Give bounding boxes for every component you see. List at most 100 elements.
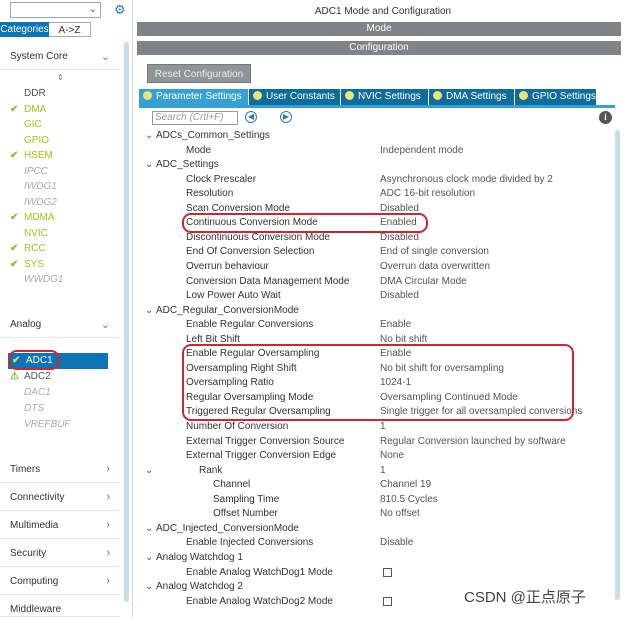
chevron-down-icon[interactable]: ⌄ (145, 304, 153, 318)
component-item-rcc[interactable]: ✔ RCC (10, 241, 46, 256)
parameter-value[interactable]: Asynchronous clock mode divided by 2 (380, 173, 553, 187)
section-timers[interactable]: Timers › (0, 457, 120, 483)
parameter-row[interactable]: Enable Regular Conversions Enable (137, 318, 613, 332)
reset-configuration-button[interactable]: Reset Configuration (147, 64, 251, 83)
parameter-row[interactable]: Enable Injected Conversions Disable (137, 536, 613, 550)
tab-parameter-settings[interactable]: Parameter Settings (139, 89, 249, 105)
chevron-down-icon[interactable]: ⌄ (89, 4, 97, 15)
group-row[interactable]: ⌄ Analog Watchdog 1 (137, 551, 613, 565)
parameter-value[interactable]: DMA Circular Mode (380, 275, 467, 289)
section-computing[interactable]: Computing › (0, 569, 120, 595)
group-row[interactable]: ⌄ ADC_Injected_ConversionMode (137, 522, 613, 536)
parameter-row[interactable]: Enable Analog WatchDog1 Mode (137, 566, 613, 580)
chevron-down-icon[interactable]: ⌄ (145, 129, 153, 143)
parameter-value[interactable]: ADC 16-bit resolution (380, 187, 475, 201)
section-system-core[interactable]: System Core ⌄ (0, 44, 120, 70)
component-search-input[interactable]: ⌄ (10, 2, 101, 18)
parameter-value[interactable]: 810.5 Cycles (380, 493, 438, 507)
parameter-value[interactable]: Disabled (380, 289, 419, 303)
parameter-row[interactable]: Overrun behaviour Overrun data overwritte… (137, 260, 613, 274)
component-item-adc2[interactable]: ⚠ ADC2 (10, 369, 51, 384)
tab-user-constants[interactable]: User Constants (249, 89, 341, 105)
parameter-row[interactable]: External Trigger Conversion Source Regula… (137, 435, 613, 449)
component-item-ddr[interactable]: DDR (10, 86, 46, 101)
checkbox[interactable] (383, 567, 392, 577)
parameter-value[interactable]: Overrun data overwritten (380, 260, 490, 274)
component-item-dts[interactable]: DTS (10, 401, 44, 416)
component-item-iwdg1[interactable]: IWDG1 (10, 179, 57, 194)
parameter-value[interactable]: Independent mode (380, 144, 463, 158)
section-connectivity[interactable]: Connectivity › (0, 485, 120, 511)
group-row[interactable]: ⌄ ADC_Regular_ConversionMode (137, 304, 613, 318)
chevron-down-icon[interactable]: ⌄ (145, 158, 153, 172)
tab-gpio-settings[interactable]: GPIO Settings (515, 89, 597, 105)
component-item-iwdg2[interactable]: IWDG2 (10, 195, 57, 210)
mode-band[interactable]: Mode (137, 22, 621, 36)
tab-dma-settings[interactable]: DMA Settings (429, 89, 515, 105)
info-icon[interactable]: i (599, 111, 612, 124)
rank-param-row[interactable]: Channel Channel 19 (137, 478, 613, 492)
section-middleware[interactable]: Middleware (0, 599, 120, 617)
group-row[interactable]: ⌄ ADC_Settings (137, 158, 613, 172)
group-row[interactable]: ⌄ ADCs_Common_Settings (137, 129, 613, 143)
component-item-gpio[interactable]: GPIO (10, 133, 49, 148)
parameter-row[interactable]: Mode Independent mode (137, 144, 613, 158)
component-item-dac1[interactable]: DAC1 (10, 385, 51, 400)
component-item-ipcc[interactable]: IPCC (10, 164, 48, 179)
section-security[interactable]: Security › (0, 541, 120, 567)
parameter-row[interactable]: External Trigger Conversion Edge None (137, 449, 613, 463)
rank-param-row[interactable]: Sampling Time 810.5 Cycles (137, 493, 613, 507)
search-previous-icon[interactable]: ◀ (245, 111, 257, 123)
component-item-wwdg1[interactable]: WWDG1 (10, 272, 63, 287)
parameter-value[interactable]: Regular Conversion launched by software (380, 435, 566, 449)
chevron-down-icon[interactable]: ⌄ (145, 522, 153, 536)
chevron-down-icon[interactable]: ⌄ (145, 551, 153, 565)
parameter-scrollbar[interactable] (615, 112, 620, 609)
parameter-row[interactable]: Clock Prescaler Asynchronous clock mode d… (137, 173, 613, 187)
parameter-name: Enable Analog WatchDog2 Mode (186, 595, 333, 607)
parameter-row[interactable]: Conversion Data Management Mode DMA Circu… (137, 275, 613, 289)
chevron-down-icon[interactable]: ⌄ (145, 580, 153, 594)
parameter-value[interactable]: 1 (380, 420, 386, 434)
check-icon: ✔ (10, 212, 19, 223)
parameter-value[interactable]: No offset (380, 507, 420, 521)
parameter-value[interactable]: Enable (380, 318, 411, 332)
parameter-search-input[interactable]: Search (Crtl+F) (152, 111, 238, 125)
component-item-vrefbuf[interactable]: VREFBUF (10, 417, 71, 432)
parameter-row[interactable]: Low Power Auto Wait Disabled (137, 289, 613, 303)
section-multimedia[interactable]: Multimedia › (0, 513, 120, 539)
tab-categories[interactable]: Categories (0, 22, 49, 37)
parameter-name: Rank (199, 464, 223, 476)
chevron-right-icon: › (106, 575, 110, 587)
parameter-row[interactable]: Resolution ADC 16-bit resolution (137, 187, 613, 201)
checkbox[interactable] (383, 596, 392, 606)
left-scrollbar[interactable] (124, 40, 129, 610)
sort-icon[interactable]: ⇕ (57, 73, 64, 82)
tab-a-z[interactable]: A->Z (49, 22, 91, 37)
parameter-value[interactable]: Disable (380, 536, 413, 550)
parameter-value[interactable]: 1 (380, 464, 386, 478)
section-label: Multimedia (10, 520, 59, 531)
component-item-gic[interactable]: GIC (10, 117, 42, 132)
chevron-down-icon[interactable]: ⌄ (145, 464, 153, 478)
parameter-row[interactable]: Number Of Conversion 1 (137, 420, 613, 434)
component-item-sys[interactable]: ✔ SYS (10, 257, 44, 272)
search-next-icon[interactable]: ▶ (280, 111, 292, 123)
component-item-dma[interactable]: ✔ DMA (10, 102, 46, 117)
parameter-value[interactable]: Channel 19 (380, 478, 431, 492)
component-item-hsem[interactable]: ✔ HSEM (10, 148, 53, 163)
group-label: Analog Watchdog 1 (156, 551, 243, 563)
parameter-value[interactable]: None (380, 449, 404, 463)
component-item-mdma[interactable]: ✔ MDMA (10, 210, 55, 225)
configuration-band[interactable]: Configuration (137, 41, 621, 55)
parameter-row[interactable]: End Of Conversion Selection End of single… (137, 245, 613, 259)
component-label: DMA (24, 103, 47, 115)
tab-nvic-settings[interactable]: NVIC Settings (341, 89, 429, 105)
component-item-nvic[interactable]: NVIC (10, 226, 48, 241)
rank-row[interactable]: ⌄ Rank 1 (137, 464, 613, 478)
parameter-value[interactable]: End of single conversion (380, 245, 489, 259)
gear-icon[interactable]: ⚙ (114, 2, 126, 18)
rank-param-row[interactable]: Offset Number No offset (137, 507, 613, 521)
section-analog[interactable]: Analog ⌄ (0, 312, 120, 338)
status-dot-icon (345, 91, 354, 100)
